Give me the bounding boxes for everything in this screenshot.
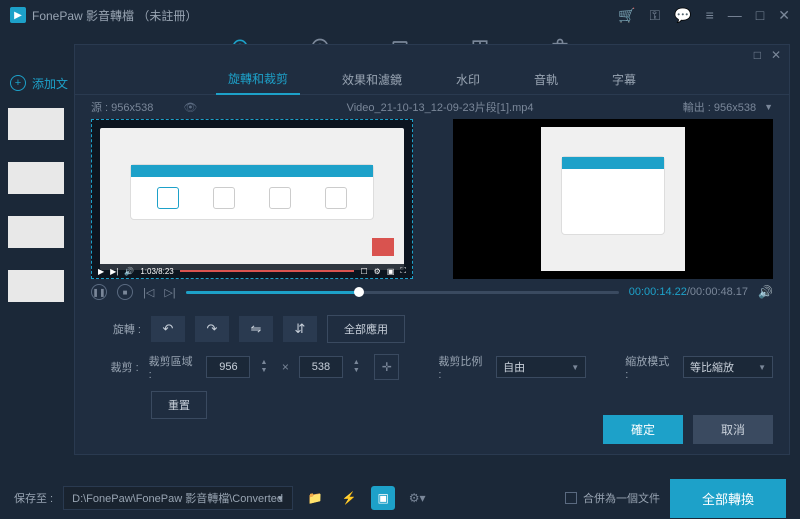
embedded-player-controls: ▶ ▶| 🔊 1:03/8:23 ☐ ⚙ ▣ ⛶ [92, 264, 412, 278]
fullscreen-icon[interactable]: ⛶ [400, 266, 406, 276]
play-icon[interactable]: ▶ [98, 267, 104, 276]
flip-vertical-button[interactable]: ⇵ [283, 316, 317, 342]
video-thumbnail[interactable] [8, 162, 64, 200]
volume-icon[interactable]: 🔊 [124, 267, 134, 276]
crop-height-input[interactable] [299, 356, 343, 378]
tab-rotate-crop[interactable]: 旋轉和裁剪 [216, 64, 300, 95]
close-icon[interactable]: ✕ [778, 7, 790, 24]
app-logo: ▶ [10, 7, 26, 23]
open-folder-button[interactable]: 📁 [303, 486, 327, 510]
feedback-icon[interactable]: 💬 [674, 7, 691, 24]
next-icon[interactable]: ▶| [110, 267, 118, 276]
cart-icon[interactable]: 🛒 [618, 7, 635, 24]
source-dimensions: 源 : 956x538 [91, 99, 153, 115]
settings-dropdown[interactable]: ⚙▾ [405, 486, 429, 510]
time-display: 00:00:14.22/00:00:48.17 [629, 286, 748, 298]
tab-watermark[interactable]: 水印 [444, 65, 492, 94]
pause-button[interactable]: ❚❚ [91, 284, 107, 300]
crop-label: 裁剪 : [91, 359, 139, 375]
width-up[interactable]: ▲ [260, 359, 271, 367]
key-icon[interactable]: ⚿ [650, 7, 661, 24]
maximize-icon[interactable]: □ [756, 7, 764, 24]
plus-icon: + [10, 75, 26, 91]
crop-ratio-select[interactable]: 自由 [496, 356, 586, 378]
apply-all-button[interactable]: 全部應用 [327, 315, 405, 343]
height-down[interactable]: ▼ [353, 367, 364, 375]
menu-icon[interactable]: ≡ [706, 7, 714, 24]
gpu-button[interactable]: ▣ [371, 486, 395, 510]
reset-button[interactable]: 重置 [151, 391, 207, 419]
minimize-icon[interactable]: — [728, 7, 742, 24]
zoom-mode-label: 縮放模式 : [625, 353, 673, 381]
height-up[interactable]: ▲ [353, 359, 364, 367]
source-preview[interactable]: ▶ ▶| 🔊 1:03/8:23 ☐ ⚙ ▣ ⛶ [91, 119, 413, 279]
cc-icon[interactable]: ☐ [360, 267, 367, 276]
add-file-button[interactable]: + 添加文 [0, 66, 74, 100]
rotate-label: 旋轉 : [91, 321, 141, 337]
video-thumbnail[interactable] [8, 108, 64, 146]
chevron-down-icon[interactable]: ▼ [764, 102, 773, 112]
crop-area-label: 裁剪區域 : [149, 353, 197, 381]
ok-button[interactable]: 確定 [603, 415, 683, 444]
position-picker[interactable]: ✛ [374, 354, 399, 380]
settings-icon[interactable]: ⚙ [374, 267, 381, 276]
tab-effect-filter[interactable]: 效果和濾鏡 [330, 65, 414, 94]
add-file-label: 添加文 [32, 75, 68, 92]
crop-ratio-label: 裁剪比例 : [438, 353, 486, 381]
volume-icon[interactable]: 🔊 [758, 285, 773, 299]
rotate-left-button[interactable]: ↶ [151, 316, 185, 342]
merge-label: 合併為一個文件 [583, 490, 660, 506]
convert-all-button[interactable]: 全部轉換 [670, 479, 786, 518]
tab-audio[interactable]: 音軌 [522, 65, 570, 94]
width-down[interactable]: ▼ [260, 367, 271, 375]
flip-horizontal-button[interactable]: ⇋ [239, 316, 273, 342]
prev-frame-button[interactable]: |◁ [143, 286, 154, 299]
editor-panel: □ ✕ 旋轉和裁剪 效果和濾鏡 水印 音軌 字幕 源 : 956x538 👁 V… [74, 44, 790, 455]
next-frame-button[interactable]: ▷| [164, 286, 175, 299]
output-preview [453, 119, 773, 279]
cancel-button[interactable]: 取消 [693, 415, 773, 444]
output-dimensions: 輸出 : 956x538 [683, 99, 756, 115]
pip-icon[interactable]: ▣ [387, 267, 395, 276]
panel-close-icon[interactable]: ✕ [771, 48, 781, 62]
timeline-slider[interactable] [186, 291, 619, 294]
video-thumbnail[interactable] [8, 270, 64, 308]
crop-width-input[interactable] [206, 356, 250, 378]
filename: Video_21-10-13_12-09-23片段[1].mp4 [347, 99, 534, 115]
stop-button[interactable]: ■ [117, 284, 133, 300]
tab-subtitle[interactable]: 字幕 [600, 65, 648, 94]
visibility-icon[interactable]: 👁 [183, 101, 197, 114]
boost-button[interactable]: ⚡ [337, 486, 361, 510]
rotate-right-button[interactable]: ↷ [195, 316, 229, 342]
video-thumbnail[interactable] [8, 216, 64, 254]
app-title: FonePaw 影音轉檔 （未註冊） [32, 7, 197, 24]
panel-maximize-icon[interactable]: □ [754, 48, 761, 62]
save-path-select[interactable]: D:\FonePaw\FonePaw 影音轉檔\Converted [63, 486, 293, 510]
merge-checkbox[interactable] [565, 492, 577, 504]
save-to-label: 保存至 : [14, 490, 53, 506]
zoom-mode-select[interactable]: 等比縮放 [683, 356, 773, 378]
